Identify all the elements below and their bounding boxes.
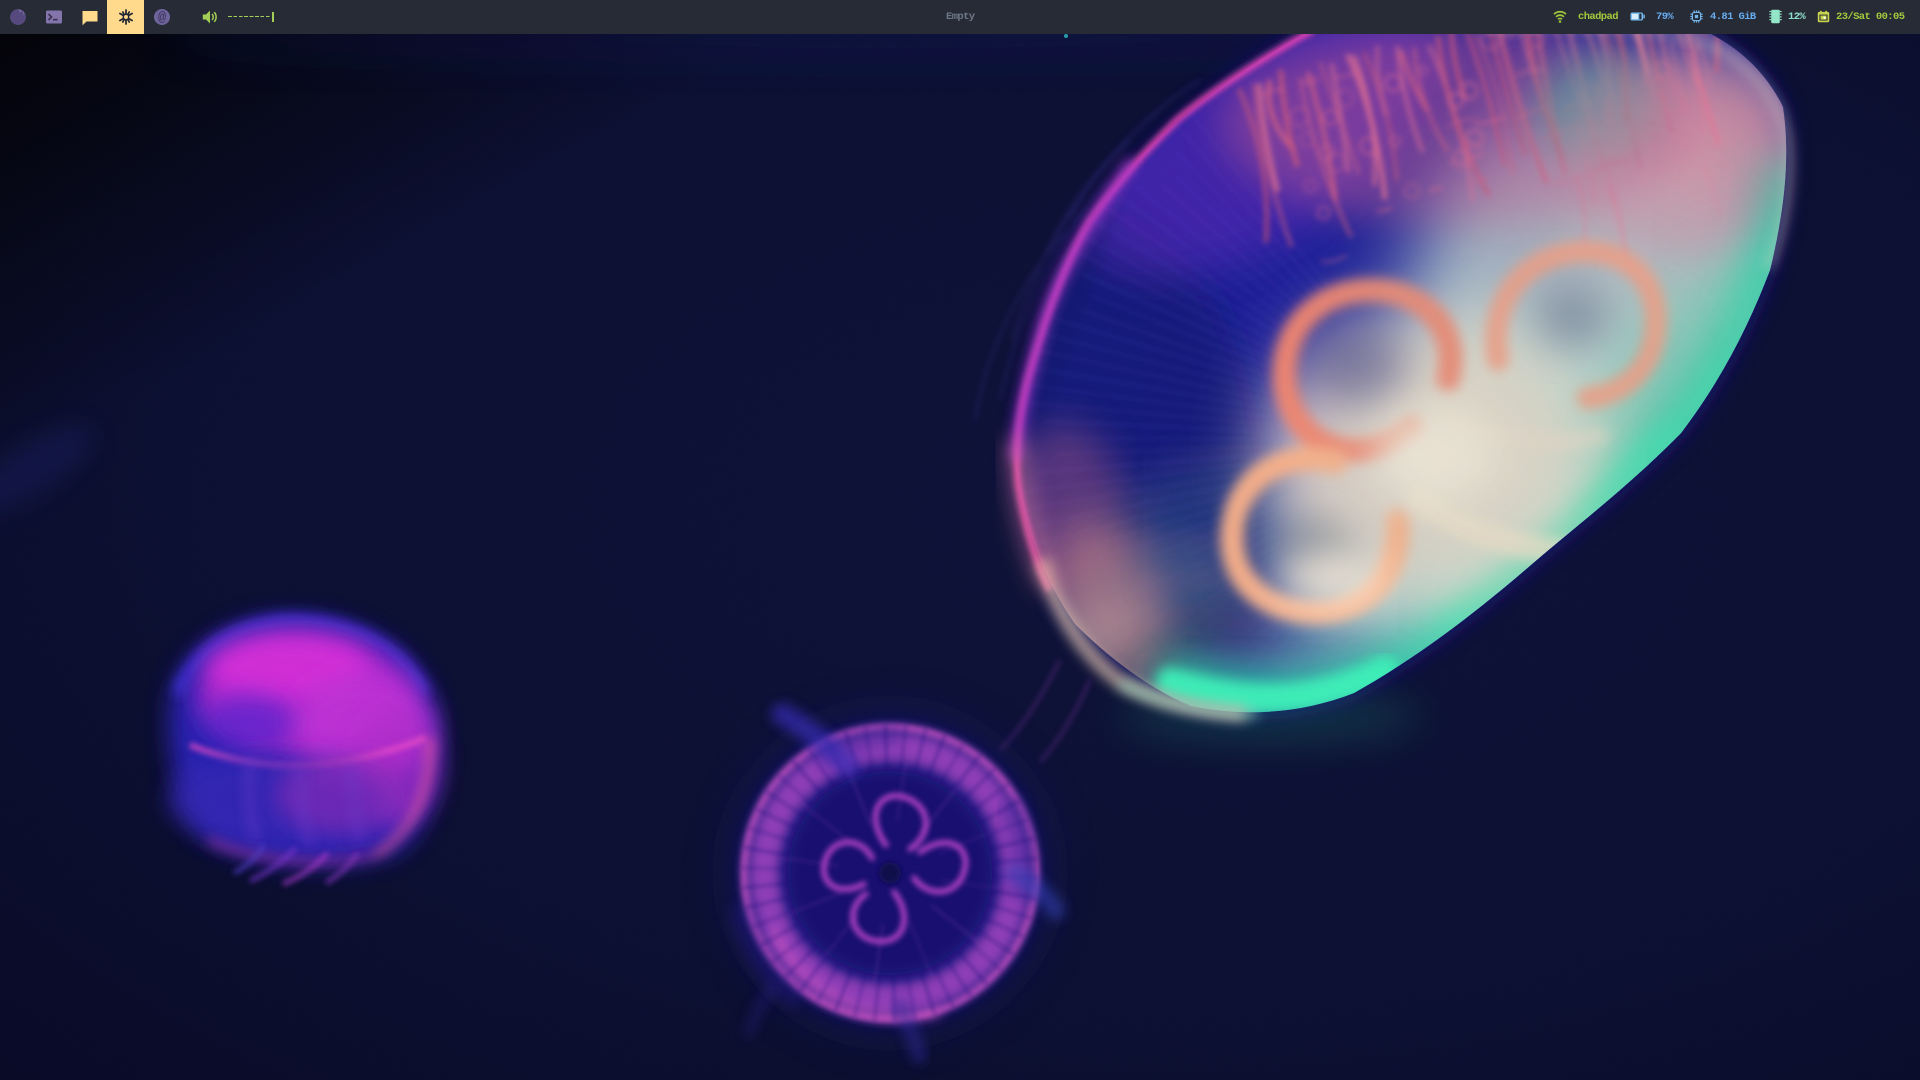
svg-text:@: @ <box>158 11 166 26</box>
